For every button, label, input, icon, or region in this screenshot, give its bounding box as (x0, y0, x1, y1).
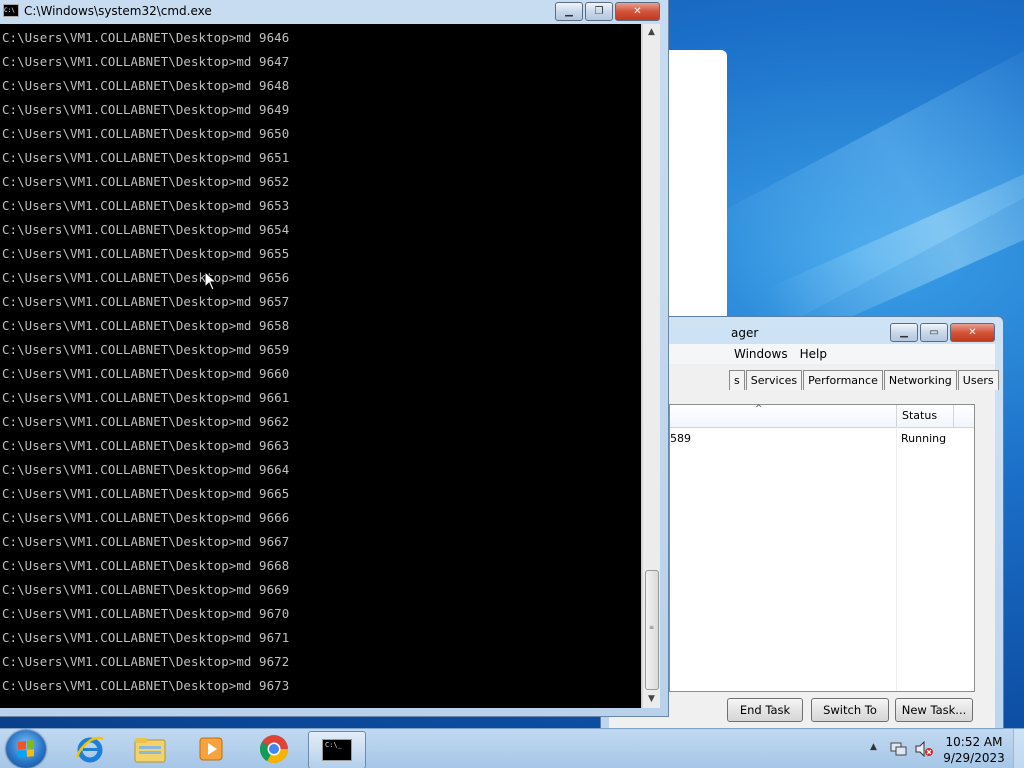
taskbar-windows-explorer[interactable] (122, 731, 178, 767)
volume-muted-icon[interactable] (914, 741, 934, 757)
cmd-window-title: C:\Windows\system32\cmd.exe (24, 4, 212, 18)
list-header: ^ Status (670, 404, 974, 428)
console-line: C:\Users\VM1.COLLABNET\Desktop>md 9672 (2, 654, 290, 669)
console-line: C:\Users\VM1.COLLABNET\Desktop>md 9648 (2, 78, 290, 93)
console-line: C:\Users\VM1.COLLABNET\Desktop>md 9655 (2, 246, 290, 261)
windows-logo-icon (18, 740, 34, 758)
console-line: C:\Users\VM1.COLLABNET\Desktop>md 9652 (2, 174, 290, 189)
tab-processes[interactable]: s (729, 370, 745, 390)
console-line: C:\Users\VM1.COLLABNET\Desktop>md 9649 (2, 102, 290, 117)
maximize-icon: ▭ (929, 327, 939, 338)
cmd-window: C:\ C:\Windows\system32\cmd.exe ▁ ❐ ✕ C:… (0, 0, 669, 717)
scroll-down-icon[interactable]: ▼ (643, 691, 660, 708)
column-divider (896, 427, 897, 691)
console-line: C:\Users\VM1.COLLABNET\Desktop>md 9667 (2, 534, 290, 549)
column-header-status[interactable]: Status (896, 405, 954, 427)
maximize-button[interactable]: ▭ (920, 323, 948, 342)
system-clock[interactable]: 10:52 AM 9/29/2023 (940, 734, 1008, 766)
console-line: C:\Users\VM1.COLLABNET\Desktop>md 9657 (2, 294, 290, 309)
cmd-icon: C:\_ (322, 739, 352, 761)
console-line: C:\Users\VM1.COLLABNET\Desktop>md 9664 (2, 462, 290, 477)
cmd-icon[interactable]: C:\ (3, 4, 19, 17)
chrome-icon (260, 735, 288, 763)
console-line: C:\Users\VM1.COLLABNET\Desktop>md 9651 (2, 150, 290, 165)
console-line: C:\Users\VM1.COLLABNET\Desktop>md 9650 (2, 126, 290, 141)
console-line: C:\Users\VM1.COLLABNET\Desktop>md 9666 (2, 510, 290, 525)
menu-help[interactable]: Help (796, 344, 835, 364)
taskbar: C:\_ ▲ 10:52 AM 9/29/2023 (0, 728, 1024, 768)
minimize-icon: ▁ (565, 6, 573, 17)
scroll-up-icon[interactable]: ▲ (643, 24, 660, 41)
console-line: C:\Users\VM1.COLLABNET\Desktop>md 9673 (2, 678, 290, 693)
tab-performance[interactable]: Performance (803, 370, 883, 390)
console-line: C:\Users\VM1.COLLABNET\Desktop>md 9665 (2, 486, 290, 501)
show-desktop-button[interactable] (1013, 729, 1024, 768)
console-line: C:\Users\VM1.COLLABNET\Desktop>md 9668 (2, 558, 290, 573)
task-manager-window-controls: ▁ ▭ ✕ (890, 323, 995, 342)
close-button[interactable]: ✕ (615, 2, 660, 21)
clock-date: 9/29/2023 (943, 751, 1005, 765)
media-player-icon (199, 737, 223, 761)
show-hidden-icons-icon[interactable]: ▲ (870, 742, 877, 752)
restore-icon: ❐ (594, 6, 604, 17)
console-line: C:\Users\VM1.COLLABNET\Desktop>md 9653 (2, 198, 290, 213)
minimize-button[interactable]: ▁ (890, 323, 918, 342)
cmd-titlebar[interactable]: C:\ C:\Windows\system32\cmd.exe ▁ ❐ ✕ (0, 0, 668, 22)
console-line: C:\Users\VM1.COLLABNET\Desktop>md 9662 (2, 414, 290, 429)
new-task-button[interactable]: New Task... (895, 698, 973, 722)
console-line: C:\Users\VM1.COLLABNET\Desktop>md 9647 (2, 54, 290, 69)
restore-button[interactable]: ❐ (585, 2, 613, 21)
taskbar-cmd[interactable]: C:\_ (308, 731, 366, 768)
taskbar-internet-explorer[interactable] (62, 731, 118, 767)
minimize-button[interactable]: ▁ (555, 2, 583, 21)
network-icon[interactable] (890, 741, 908, 757)
close-button[interactable]: ✕ (950, 323, 995, 342)
console-line: C:\Users\VM1.COLLABNET\Desktop>md 9661 (2, 390, 290, 405)
console-line: C:\Users\VM1.COLLABNET\Desktop>md 9659 (2, 342, 290, 357)
console-line: C:\Users\VM1.COLLABNET\Desktop>md 9646 (2, 30, 290, 45)
close-icon: ✕ (633, 6, 642, 17)
clock-time: 10:52 AM (945, 735, 1003, 749)
console-line: C:\Users\VM1.COLLABNET\Desktop>md 9660 (2, 366, 290, 381)
vertical-scrollbar[interactable]: ▲ ≡ ▼ (642, 24, 660, 708)
applications-list[interactable]: ^ Status 589 Running (669, 404, 975, 692)
switch-to-button[interactable]: Switch To (811, 698, 889, 722)
cmd-window-controls: ▁ ❐ ✕ (555, 2, 660, 21)
tab-networking[interactable]: Networking (883, 370, 957, 390)
taskbar-chrome[interactable] (246, 731, 302, 767)
tab-strip: s Services Performance Networking Users (729, 370, 1000, 390)
start-button[interactable] (6, 730, 46, 768)
console-output[interactable]: C:\Users\VM1.COLLABNET\Desktop>md 9646 C:… (0, 24, 641, 708)
console-line: C:\Users\VM1.COLLABNET\Desktop>md 9669 (2, 582, 290, 597)
taskbar-media-player[interactable] (183, 731, 239, 767)
console-line: C:\Users\VM1.COLLABNET\Desktop>md 9656 (2, 270, 290, 285)
task-manager-title: ager (731, 326, 759, 340)
console-line: C:\Users\VM1.COLLABNET\Desktop>md 9663 (2, 438, 290, 453)
console-line: C:\Users\VM1.COLLABNET\Desktop>md 9658 (2, 318, 290, 333)
task-name[interactable]: 589 (670, 432, 691, 445)
console-line: C:\Users\VM1.COLLABNET\Desktop>md 9671 (2, 630, 290, 645)
end-task-button[interactable]: End Task (727, 698, 803, 722)
sort-arrow-icon: ^ (755, 404, 763, 414)
task-status: Running (901, 432, 947, 445)
console-line: C:\Users\VM1.COLLABNET\Desktop>md 9670 (2, 606, 290, 621)
tab-users[interactable]: Users (957, 370, 999, 390)
console-line: C:\Users\VM1.COLLABNET\Desktop>md 9654 (2, 222, 290, 237)
close-icon: ✕ (968, 327, 977, 338)
grip-icon: ≡ (649, 624, 655, 631)
windows-explorer-icon (134, 738, 166, 763)
internet-explorer-icon (75, 736, 104, 763)
scroll-thumb[interactable]: ≡ (645, 570, 659, 690)
tab-services[interactable]: Services (745, 370, 803, 390)
minimize-icon: ▁ (900, 327, 908, 338)
